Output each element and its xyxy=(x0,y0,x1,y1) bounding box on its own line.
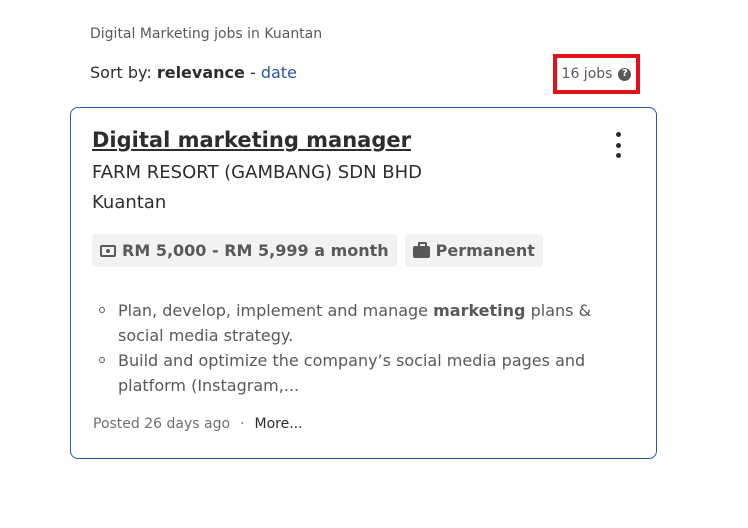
sort-bar: Sort by: relevance - date xyxy=(90,63,297,82)
kebab-dot xyxy=(615,142,621,148)
search-results-page: Digital Marketing jobs in Kuantan Sort b… xyxy=(0,0,748,528)
results-heading: Digital Marketing jobs in Kuantan xyxy=(90,26,323,42)
job-location: Kuantan xyxy=(92,192,167,213)
money-icon xyxy=(100,244,116,257)
help-icon[interactable]: ? xyxy=(618,67,632,81)
job-count: 16 jobs xyxy=(561,66,613,82)
snippet-item: Plan, develop, implement and manage mark… xyxy=(99,298,638,348)
snippet-item: Build and optimize the company’s social … xyxy=(99,348,638,398)
briefcase-icon xyxy=(412,242,430,258)
job-footer: Posted 26 days ago · More... xyxy=(93,416,303,432)
job-snippet: Plan, develop, implement and manage mark… xyxy=(96,298,638,398)
posted-date: Posted 26 days ago xyxy=(93,416,231,432)
company-name: FARM RESORT (GAMBANG) SDN BHD xyxy=(92,162,423,183)
sort-date-link[interactable]: date xyxy=(261,63,297,82)
salary-tag: RM 5,000 - RM 5,999 a month xyxy=(92,234,397,267)
job-type-tag: Permanent xyxy=(404,234,543,267)
more-link[interactable]: More... xyxy=(255,416,303,432)
kebab-dot xyxy=(615,153,621,158)
more-options-icon[interactable] xyxy=(610,132,626,158)
job-count-box: 16 jobs ? xyxy=(553,54,640,94)
job-type-text: Permanent xyxy=(435,241,535,260)
salary-text: RM 5,000 - RM 5,999 a month xyxy=(122,241,389,260)
sort-relevance: relevance xyxy=(156,63,245,82)
footer-separator: · xyxy=(240,416,245,432)
sort-label: Sort by: xyxy=(90,63,152,82)
sort-separator: - xyxy=(249,63,256,82)
job-card[interactable]: Digital marketing manager FARM RESORT (G… xyxy=(70,107,657,459)
job-metadata: RM 5,000 - RM 5,999 a month Permanent xyxy=(92,234,543,267)
job-title-link[interactable]: Digital marketing manager xyxy=(92,128,411,152)
kebab-dot xyxy=(615,132,621,137)
